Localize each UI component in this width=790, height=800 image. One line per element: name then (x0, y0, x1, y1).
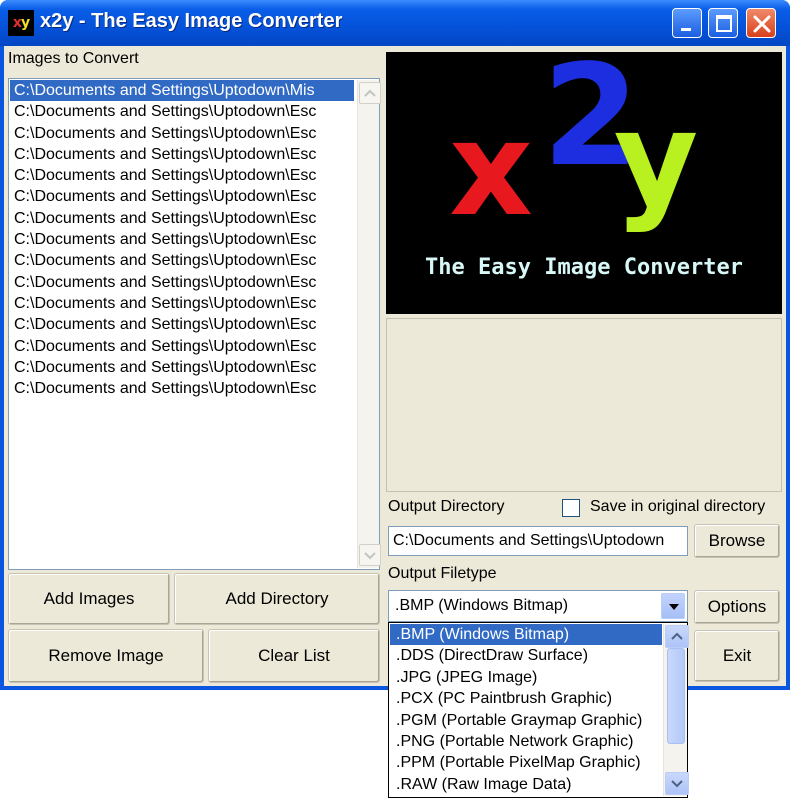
maximize-button[interactable] (708, 8, 738, 38)
filetype-option[interactable]: .PPM (Portable PixelMap Graphic) (390, 752, 662, 773)
filetype-options: .BMP (Windows Bitmap) .DDS (DirectDraw Su… (390, 624, 662, 796)
logo-letter-x: x (449, 93, 533, 245)
window-title: x2y - The Easy Image Converter (40, 10, 343, 32)
filetype-dropdown-list[interactable]: .BMP (Windows Bitmap) .DDS (DirectDraw Su… (388, 622, 689, 798)
filetype-selected-value: .BMP (Windows Bitmap) (395, 597, 569, 614)
filetype-option[interactable]: .PCX (PC Paintbrush Graphic) (390, 688, 662, 709)
close-icon (753, 15, 771, 33)
image-preview-area (386, 318, 782, 492)
add-directory-button[interactable]: Add Directory (174, 573, 380, 625)
file-list-item[interactable]: C:\Documents and Settings\Uptodown\Esc (10, 314, 354, 335)
title-bar[interactable]: xy x2y - The Easy Image Converter (0, 0, 790, 46)
logo-graphic: x 2 y (449, 52, 699, 245)
dropdown-scroll-up-button[interactable] (665, 625, 689, 648)
file-list-rows: C:\Documents and Settings\Uptodown\Mis C:… (10, 80, 354, 568)
save-original-label[interactable]: Save in original directory (590, 498, 765, 516)
dropdown-scroll-down-button[interactable] (665, 772, 689, 795)
filetype-option[interactable]: .BMP (Windows Bitmap) (390, 624, 662, 646)
file-list-scrollbar[interactable] (357, 80, 381, 568)
minimize-icon (681, 28, 691, 31)
exit-button[interactable]: Exit (694, 630, 780, 682)
filetype-option[interactable]: .PNG (Portable Network Graphic) (390, 731, 662, 752)
chevron-down-icon (671, 780, 683, 788)
file-list-item[interactable]: C:\Documents and Settings\Uptodown\Esc (10, 336, 354, 357)
filetype-dropdown-button[interactable] (661, 593, 685, 619)
dropdown-scrollbar[interactable] (663, 624, 689, 796)
app-logo: x 2 y The Easy Image Converter (386, 52, 782, 314)
remove-image-button[interactable]: Remove Image (8, 629, 204, 683)
chevron-up-icon (671, 632, 683, 640)
scroll-down-button[interactable] (359, 544, 381, 566)
filetype-option[interactable]: .DDS (DirectDraw Surface) (390, 645, 662, 666)
dropdown-scroll-thumb[interactable] (667, 648, 685, 744)
minimize-button[interactable] (672, 8, 702, 38)
browse-button[interactable]: Browse (694, 524, 780, 558)
file-list-item[interactable]: C:\Documents and Settings\Uptodown\Esc (10, 165, 354, 186)
logo-tagline: The Easy Image Converter (425, 255, 743, 280)
output-filetype-label: Output Filetype (388, 565, 497, 582)
chevron-up-icon (364, 89, 376, 97)
file-list-item[interactable]: C:\Documents and Settings\Uptodown\Esc (10, 144, 354, 165)
output-directory-input[interactable]: C:\Documents and Settings\Uptodown (388, 526, 688, 556)
app-icon-x: x (12, 15, 22, 31)
add-images-button[interactable]: Add Images (8, 573, 170, 625)
options-button[interactable]: Options (694, 590, 780, 624)
chevron-down-icon (669, 604, 679, 610)
file-list-item[interactable]: C:\Documents and Settings\Uptodown\Mis (10, 80, 354, 102)
close-button[interactable] (746, 8, 776, 38)
app-icon-y: y (20, 15, 30, 31)
filetype-option[interactable]: .JPG (JPEG Image) (390, 667, 662, 688)
app-icon: xy (8, 10, 34, 36)
file-list-item[interactable]: C:\Documents and Settings\Uptodown\Esc (10, 272, 354, 293)
filetype-option[interactable]: .PGM (Portable Graymap Graphic) (390, 710, 662, 731)
image-file-list[interactable]: C:\Documents and Settings\Uptodown\Mis C:… (8, 78, 381, 570)
output-directory-label: Output Directory (388, 498, 505, 515)
file-list-item[interactable]: C:\Documents and Settings\Uptodown\Esc (10, 101, 354, 122)
logo-letter-y: y (614, 83, 699, 235)
save-original-checkbox[interactable] (562, 499, 580, 517)
file-list-item[interactable]: C:\Documents and Settings\Uptodown\Esc (10, 357, 354, 378)
file-list-item[interactable]: C:\Documents and Settings\Uptodown\Esc (10, 208, 354, 229)
file-list-item[interactable]: C:\Documents and Settings\Uptodown\Esc (10, 293, 354, 314)
file-list-item[interactable]: C:\Documents and Settings\Uptodown\Esc (10, 186, 354, 207)
file-list-item[interactable]: C:\Documents and Settings\Uptodown\Esc (10, 250, 354, 271)
file-list-item[interactable]: C:\Documents and Settings\Uptodown\Esc (10, 123, 354, 144)
filetype-option[interactable]: .RAW (Raw Image Data) (390, 774, 662, 795)
file-list-item[interactable]: C:\Documents and Settings\Uptodown\Esc (10, 378, 354, 399)
file-list-item[interactable]: C:\Documents and Settings\Uptodown\Esc (10, 229, 354, 250)
clear-list-button[interactable]: Clear List (208, 629, 380, 683)
output-filetype-select[interactable]: .BMP (Windows Bitmap) (388, 590, 688, 622)
images-to-convert-label: Images to Convert (8, 50, 139, 67)
scroll-up-button[interactable] (359, 82, 381, 104)
chevron-down-icon (364, 552, 376, 560)
maximize-icon (716, 15, 732, 32)
